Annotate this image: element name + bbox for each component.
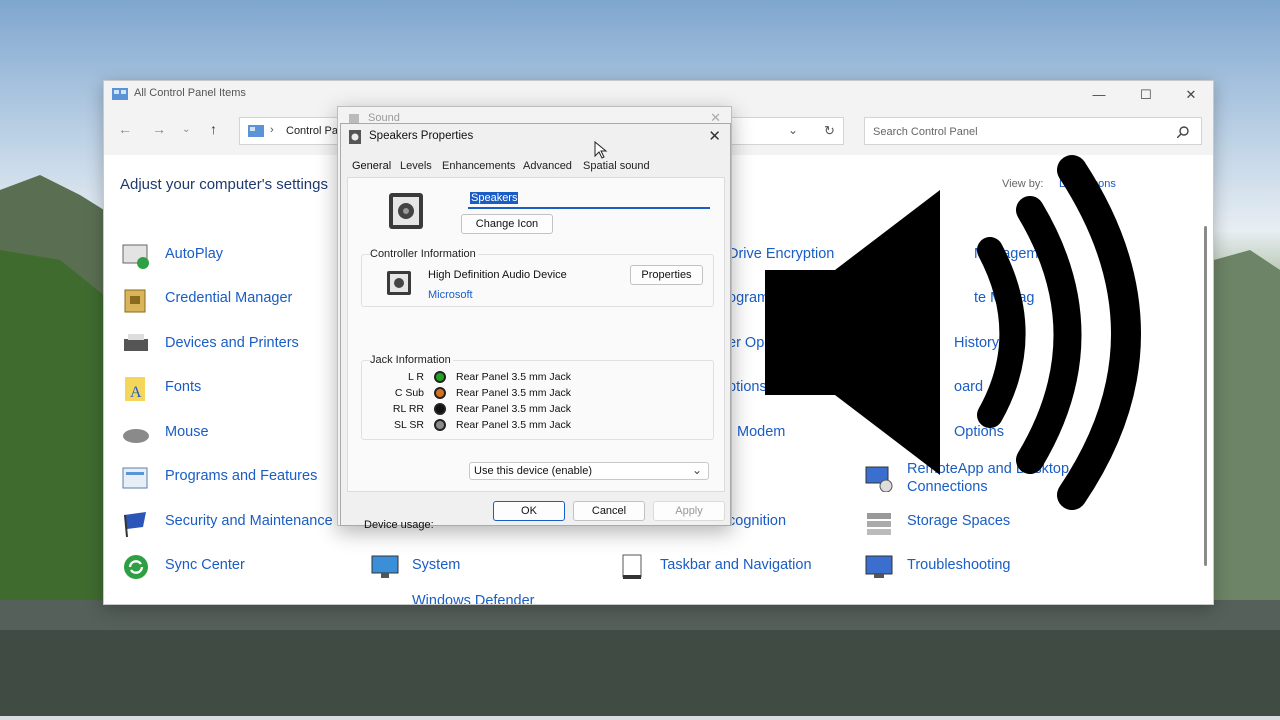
device-name-value: Speakers	[470, 192, 519, 204]
dialog-title: Speakers Properties	[369, 130, 474, 142]
speaker-icon	[349, 130, 361, 144]
mouse-cursor-icon	[594, 141, 608, 159]
grey-jack-icon	[434, 419, 446, 431]
jack-description: Rear Panel 3.5 mm Jack	[456, 371, 571, 383]
jack-name: SL SR	[394, 419, 424, 431]
jack-description: Rear Panel 3.5 mm Jack	[456, 387, 571, 399]
refresh-icon[interactable]: ↻	[824, 123, 835, 139]
device-usage-value: Use this device (enable)	[474, 465, 593, 477]
ok-button[interactable]: OK	[493, 501, 565, 521]
controller-name: High Definition Audio Device	[428, 269, 567, 281]
item-devices-and-printers[interactable]: Devices and Printers	[165, 335, 299, 351]
page-heading: Adjust your computer's settings	[120, 176, 328, 193]
item-sync-center[interactable]: Sync Center	[165, 557, 245, 573]
programs-features-icon	[122, 467, 148, 489]
dialog-close-button[interactable]: ✕	[708, 127, 721, 145]
bottom-strip	[0, 716, 1280, 720]
controller-vendor-link[interactable]: Microsoft	[428, 289, 473, 301]
search-input[interactable]: Search Control Panel	[864, 117, 1202, 145]
system-icon	[371, 555, 399, 578]
green-jack-icon	[434, 371, 446, 383]
item-troubleshooting[interactable]: Troubleshooting	[907, 557, 1010, 573]
large-speaker-volume-icon	[765, 155, 1141, 510]
tab-levels[interactable]: Levels	[400, 160, 432, 172]
item-windows-defender[interactable]: Windows Defender	[412, 593, 535, 604]
search-icon	[1177, 126, 1189, 138]
sync-center-icon	[124, 555, 148, 579]
black-jack-icon	[434, 403, 446, 415]
orange-jack-icon	[434, 387, 446, 399]
close-button[interactable]: ✕	[1171, 84, 1211, 106]
device-name-field[interactable]: Speakers	[468, 191, 710, 209]
device-usage-label: Device usage:	[364, 519, 434, 531]
item-programs-and-features[interactable]: Programs and Features	[165, 468, 317, 484]
item-power-options-partial[interactable]: er Op	[728, 335, 764, 351]
tab-advanced[interactable]: Advanced	[523, 160, 572, 172]
svg-text:A: A	[130, 384, 142, 401]
address-dropdown-icon[interactable]: ⌄	[788, 123, 798, 137]
item-fonts[interactable]: Fonts	[165, 379, 201, 395]
speakers-properties-dialog: Speakers Properties ✕ General Levels Enh…	[340, 123, 731, 531]
scrollbar[interactable]	[1204, 226, 1207, 566]
control-panel-icon	[248, 125, 264, 137]
window-title: All Control Panel Items	[134, 87, 246, 99]
chevron-down-icon: ⌄	[691, 463, 702, 477]
jack-description: Rear Panel 3.5 mm Jack	[456, 419, 571, 431]
taskbar-icon	[622, 554, 642, 579]
general-tab-panel: Speakers Change Icon Controller Informat…	[347, 177, 725, 531]
security-maintenance-icon	[124, 512, 146, 537]
recent-locations-chevron-icon[interactable]: ⌄	[182, 124, 190, 135]
tab-general[interactable]: General	[352, 160, 391, 172]
apply-button[interactable]: Apply	[653, 501, 725, 521]
audio-device-icon	[387, 271, 411, 295]
breadcrumb-separator-icon: ›	[270, 124, 274, 136]
mouse-icon	[123, 429, 149, 443]
control-panel-icon	[112, 88, 128, 100]
controller-properties-button[interactable]: Properties	[630, 265, 703, 285]
search-placeholder: Search Control Panel	[873, 126, 978, 138]
controller-information-label: Controller Information	[370, 248, 478, 260]
maximize-button[interactable]: ☐	[1126, 84, 1166, 106]
up-arrow-icon[interactable]: ↑	[210, 121, 217, 137]
cancel-button[interactable]: Cancel	[573, 501, 645, 521]
speaker-device-icon	[389, 193, 423, 229]
jack-description: Rear Panel 3.5 mm Jack	[456, 403, 571, 415]
back-arrow-icon[interactable]: ←	[118, 121, 132, 137]
device-usage-select[interactable]: Use this device (enable) ⌄	[469, 462, 709, 480]
jack-name: L R	[408, 371, 424, 383]
item-autoplay[interactable]: AutoPlay	[165, 246, 223, 262]
minimize-button[interactable]: —	[1079, 84, 1119, 106]
item-mouse[interactable]: Mouse	[165, 424, 209, 440]
item-security-and-maintenance[interactable]: Security and Maintenance	[165, 513, 333, 529]
item-credential-manager[interactable]: Credential Manager	[165, 290, 292, 306]
credential-manager-icon	[124, 289, 146, 313]
control-panel-titlebar: All Control Panel Items — ☐ ✕	[104, 81, 1213, 107]
item-taskbar-and-navigation[interactable]: Taskbar and Navigation	[660, 557, 812, 573]
tab-enhancements[interactable]: Enhancements	[442, 160, 515, 172]
jack-name: C Sub	[394, 387, 424, 399]
devices-printers-icon	[124, 334, 148, 351]
change-icon-button[interactable]: Change Icon	[461, 214, 553, 234]
fonts-icon: A	[125, 377, 145, 401]
autoplay-icon	[122, 244, 149, 269]
jack-information-label: Jack Information	[370, 354, 453, 366]
jack-name: RL RR	[392, 403, 424, 415]
tab-spatial-sound[interactable]: Spatial sound	[583, 160, 650, 172]
forward-arrow-icon[interactable]: →	[152, 121, 166, 137]
troubleshooting-icon	[865, 555, 893, 578]
item-system[interactable]: System	[412, 557, 460, 573]
